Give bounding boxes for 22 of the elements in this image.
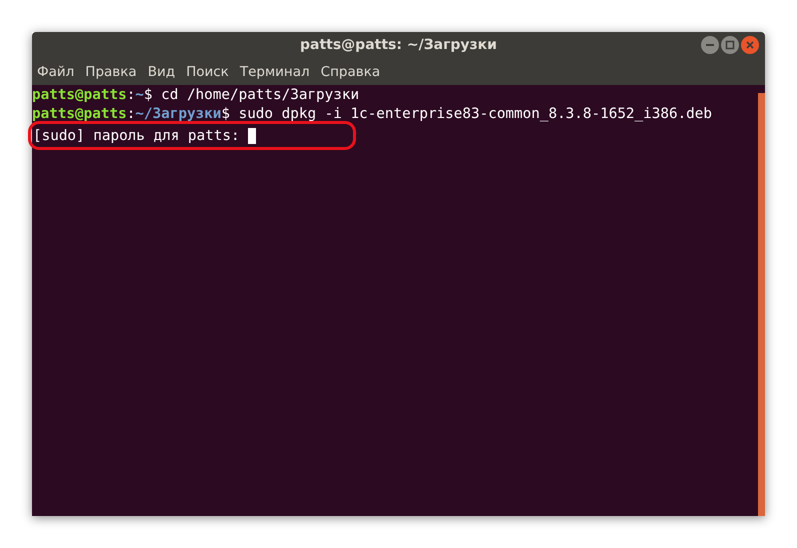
menu-item[interactable]: Правка	[85, 64, 137, 80]
menu-item[interactable]: Справка	[320, 64, 380, 80]
terminal-text: $ sudo dpkg -i 1c-enterprise83-common_8.3.8-1652_i386.deb	[221, 106, 712, 122]
window-title: patts@patts: ~/Загрузки	[300, 37, 497, 53]
menu-item[interactable]: Терминал	[240, 64, 310, 80]
password-prompt: [sudo] пароль для patts:	[33, 128, 241, 144]
menu-item[interactable]: Вид	[148, 64, 176, 80]
terminal-text: ~	[135, 86, 144, 102]
close-icon	[745, 40, 755, 50]
terminal-text: patts@patts	[32, 86, 127, 102]
maximize-button[interactable]	[721, 36, 739, 54]
terminal-text: $ cd /home/patts/Загрузки	[144, 86, 360, 102]
maximize-icon	[725, 40, 735, 50]
menu-item[interactable]: Поиск	[186, 64, 229, 80]
menu-item[interactable]: Файл	[37, 64, 74, 80]
terminal-text: :	[126, 86, 136, 102]
scrollbar[interactable]	[758, 93, 765, 516]
terminal-text: patts@patts	[32, 106, 127, 122]
terminal-text: ~/Загрузки	[135, 106, 222, 122]
close-button[interactable]	[741, 36, 759, 54]
terminal-text: :	[126, 106, 136, 122]
minimize-button[interactable]	[701, 36, 719, 54]
